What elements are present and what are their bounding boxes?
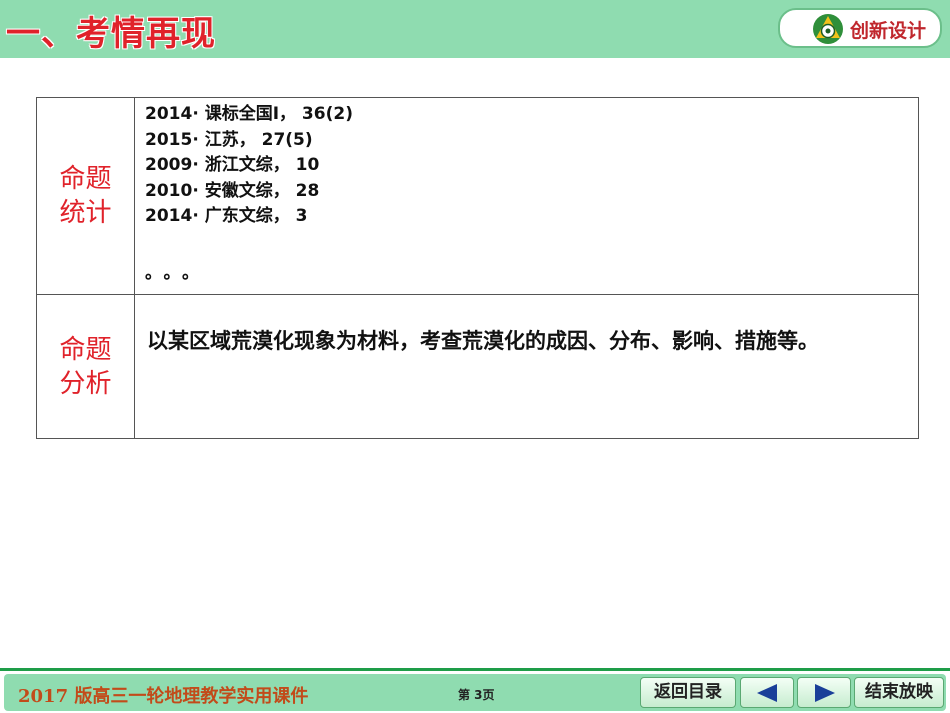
brand-logo: 创新设计 [778,8,942,48]
label-line: 统计 [59,198,112,228]
exam-info-table: 命题 统计 2014· 课标全国Ⅰ， 36(2) 2015· 江苏， 27(5)… [36,97,919,439]
header-bar: 一、考情再现 创新设计 [0,0,950,58]
logo-text: 创新设计 [850,20,927,42]
analysis-cell: 以某区域荒漠化现象为材料，考查荒漠化的成因、分布、影响、措施等。 [134,294,919,439]
exam-list: 2014· 课标全国Ⅰ， 36(2) 2015· 江苏， 27(5) 2009·… [135,98,918,283]
footer-bar: 2017 版高三一轮地理教学实用课件 第 3页 返回目录 结束放映 [4,674,946,711]
triangle-left-icon [757,684,777,702]
end-show-button[interactable]: 结束放映 [854,677,944,708]
return-toc-button[interactable]: 返回目录 [640,677,736,708]
statistics-cell: 2014· 课标全国Ⅰ， 36(2) 2015· 江苏， 27(5) 2009·… [134,97,919,295]
row-label-analysis: 命题 分析 [36,294,135,439]
page-title: 一、考情再现 [6,14,216,54]
label-line: 分析 [59,368,112,399]
table-row: 命题 统计 2014· 课标全国Ⅰ， 36(2) 2015· 江苏， 27(5)… [36,97,919,295]
label-line: 命题 [59,334,112,365]
next-slide-button[interactable] [797,677,851,708]
triangle-right-icon [815,684,835,702]
table-row: 命题 分析 以某区域荒漠化现象为材料，考查荒漠化的成因、分布、影响、措施等。 [36,294,919,439]
course-title: 2017 版高三一轮地理教学实用课件 [18,686,309,707]
row-label-statistics: 命题 统计 [36,97,135,295]
footer-divider [0,668,950,671]
label-line: 命题 [59,164,112,194]
list-item: 2010· 安徽文综， 28 [145,180,320,201]
emblem-icon [813,14,843,44]
list-item: 2009· 浙江文综， 10 [145,155,320,175]
list-item: 2015· 江苏， 27(5) [145,129,313,150]
list-item: 2014· 课标全国Ⅰ， 36(2) [145,104,353,124]
ellipsis: 。。。 [145,262,209,283]
list-item: 2014· 广东文综， 3 [145,206,308,226]
page-number: 第 3页 [458,688,495,702]
prev-slide-button[interactable] [740,677,794,708]
analysis-text: 以某区域荒漠化现象为材料，考查荒漠化的成因、分布、影响、措施等。 [147,329,819,353]
